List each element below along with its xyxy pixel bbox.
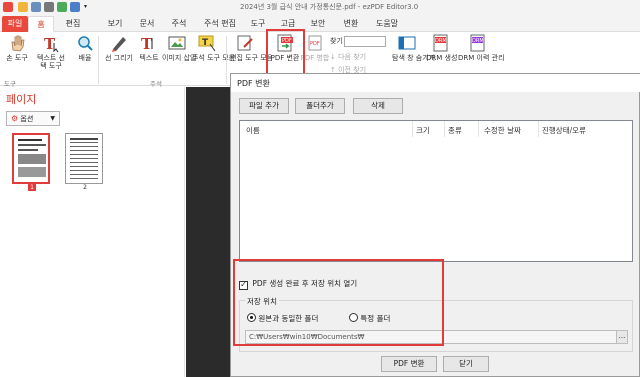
svg-text:DRM: DRM [435,38,447,44]
close-button[interactable]: 닫기 [443,356,489,372]
tab-home[interactable]: 홈 [28,16,54,32]
column-divider [412,121,413,137]
svg-text:PDF: PDF [310,41,320,47]
gear-icon: ⚙ [11,114,19,123]
page-thumbnail[interactable] [65,133,103,184]
delete-button[interactable]: 삭제 [353,98,403,114]
page-panel-title: 페이지 [6,93,37,106]
pdf-convert-action-button[interactable]: PDF 변환 [381,356,437,372]
quick-access-dropdown-icon[interactable]: ▾ [84,3,87,10]
thumbnail-content [18,139,42,141]
tab-annotation-edit[interactable]: 주석 편집 [198,16,242,32]
text-icon: T [140,34,158,53]
app-logo-icon [3,2,13,12]
ribbon-divider [98,36,99,84]
find-label: 찾기 [330,37,343,45]
column-divider [478,121,479,137]
svg-text:T: T [202,38,209,48]
thumbnail-content [70,142,98,180]
zoom-button[interactable]: 배율 [70,34,100,62]
text-select-tool-button[interactable]: T 텍스트 선택 도구 [34,34,68,70]
edit-tool-icon [236,34,254,52]
tab-edit[interactable]: 편집 [58,16,88,32]
tab-view[interactable]: 보기 [102,16,128,32]
thumbnail-content [18,154,46,164]
tab-annotation[interactable]: 주석 [166,16,192,32]
zoom-icon [76,34,94,52]
thumbnail-content [18,144,46,146]
find-input[interactable] [344,36,386,47]
browse-button[interactable]: ... [616,330,628,344]
menu-bar: 파일 홈 편집 보기 문서 주석 주석 편집 도구 고급 보안 변환 도움말 [0,14,640,32]
dialog-title: PDF 변환 [237,79,270,88]
page-thumbnail[interactable] [12,133,50,184]
pdf-merge-icon: PDF [306,34,324,52]
annotation-tool-icon: T [198,34,216,52]
column-header-type[interactable]: 종류 [448,125,462,136]
column-header-name[interactable]: 이름 [246,125,260,136]
save-icon[interactable] [31,2,41,12]
svg-text:T: T [141,35,153,52]
hand-icon [8,34,26,52]
open-folder-icon[interactable] [18,2,28,12]
tab-security[interactable]: 보안 [306,16,330,32]
find-next-button[interactable]: ↓ 다음 찾기 [330,52,366,62]
save-options-highlight [233,259,444,346]
drm-create-icon: DRM [432,34,450,52]
column-header-status[interactable]: 진행상태/오류 [542,125,586,136]
page-panel: 페이지 ⚙ 옵션 ▼ 1 2 [0,87,185,377]
column-header-size[interactable]: 크기 [416,125,430,136]
title-bar: ▾ 2024년 3월 급식 안내 가정통신문.pdf - ezPDF Edito… [0,0,640,14]
ribbon-divider [226,36,227,84]
hide-nav-pane-button[interactable]: 탐색 창 숨기기 [392,34,435,62]
thumbnail-content [18,149,38,151]
chevron-down-icon: ▼ [50,115,55,122]
tab-help[interactable]: 도움말 [370,16,404,32]
options-dropdown[interactable]: ⚙ 옵션 ▼ [6,111,60,126]
print-icon[interactable] [44,2,54,12]
file-list[interactable]: 이름 크기 종류 수정한 날짜 진행상태/오류 [239,120,633,262]
add-file-button[interactable]: 파일 추가 [239,98,289,114]
tab-document[interactable]: 문서 [134,16,160,32]
annotation-tools-button[interactable]: T 주석 도구 모음 [192,34,235,62]
column-divider [444,121,445,137]
hand-tool-button[interactable]: 손 도구 [2,34,32,62]
window-title: 2024년 3월 급식 안내 가정통신문.pdf - ezPDF Editor3… [240,3,419,11]
edit-tools-button[interactable]: 편집 도구 모음 [230,34,273,62]
add-folder-button[interactable]: 폴더추가 [295,98,345,114]
insert-image-button[interactable]: 이미지 삽입 [162,34,196,62]
draw-line-button[interactable]: 선 그리기 [104,34,134,62]
redo-icon[interactable] [70,2,80,12]
column-divider [538,121,539,137]
column-header-modified[interactable]: 수정한 날짜 [484,125,521,136]
page-number: 2 [83,184,87,191]
dialog-title-bar: PDF 변환 [231,74,640,92]
tab-file[interactable]: 파일 [2,16,28,32]
nav-pane-icon [398,34,416,52]
drm-history-button[interactable]: DRM DRM 이력 관리 [458,34,505,62]
page-number: 1 [28,184,36,191]
thumbnail-content [70,138,98,140]
drm-create-button[interactable]: DRM DRM 생성 [426,34,457,62]
image-icon [168,34,186,52]
undo-icon[interactable] [57,2,67,12]
thumbnail-content [18,167,46,177]
text-select-icon: T [42,34,60,53]
pen-icon [110,34,128,52]
drm-history-icon: DRM [469,34,487,52]
tab-convert[interactable]: 변환 [338,16,364,32]
svg-text:DRM: DRM [472,38,484,44]
text-button[interactable]: T 텍스트 [134,34,164,62]
